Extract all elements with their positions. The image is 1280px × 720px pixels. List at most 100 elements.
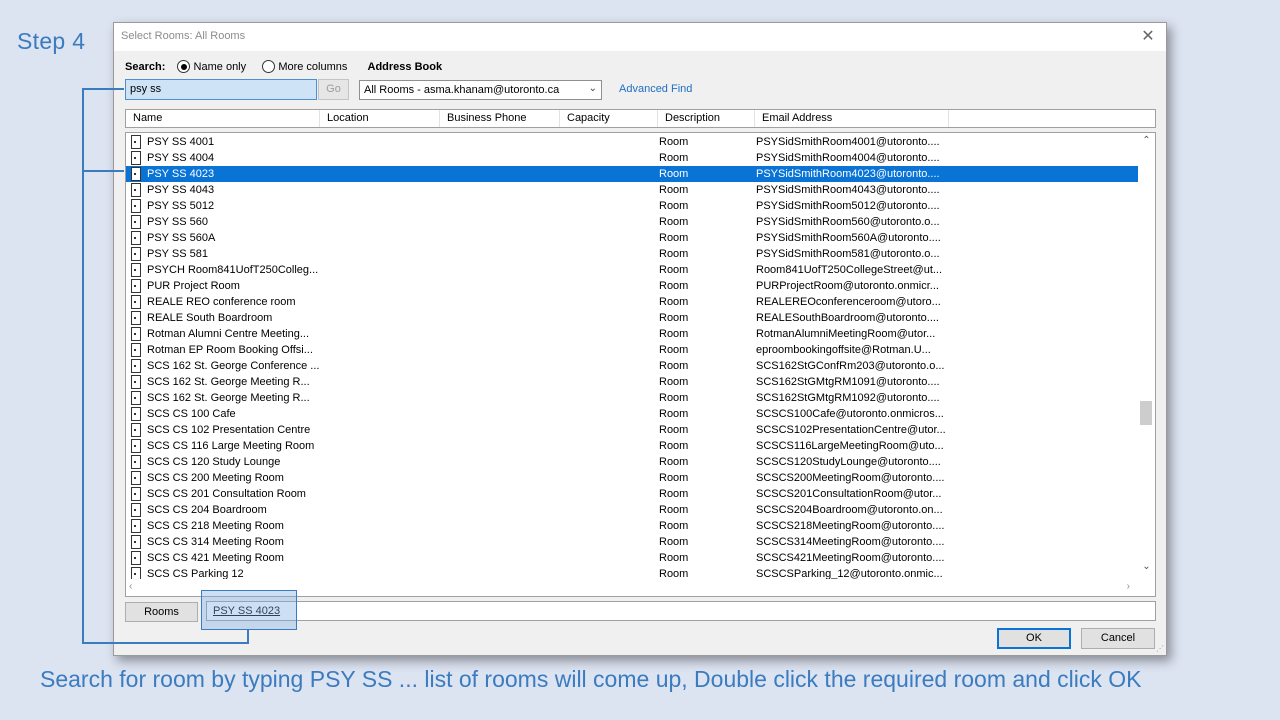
table-row[interactable]: REALE South Boardroom Room REALESouthBoard… (126, 310, 1138, 326)
table-row[interactable]: REALE REO conference room Room REALEREOcon… (126, 294, 1138, 310)
more-columns-radio[interactable] (262, 60, 276, 73)
rooms-button[interactable]: Rooms (125, 602, 198, 622)
table-row[interactable]: PSY SS 4001 Room PSYSidSmithRoom4001@utoro… (126, 134, 1138, 150)
table-row[interactable]: PSY SS 5012 Room PSYSidSmithRoom5012@utoro… (126, 198, 1138, 214)
room-icon (131, 279, 141, 293)
column-header-capacity[interactable]: Capacity (560, 110, 658, 127)
chevron-up-icon[interactable]: ⌃ (1138, 135, 1155, 146)
row-name: PSY SS 5012 (147, 200, 215, 212)
chevron-right-icon[interactable]: › (1127, 581, 1130, 592)
search-input[interactable]: psy ss (125, 79, 317, 100)
table-row[interactable]: SCS CS 314 Meeting Room Room SCSCS314Meeti… (126, 534, 1138, 550)
row-name: PSY SS 560A (147, 232, 216, 244)
row-email: eproombookingoffsite@Rotman.U... (756, 344, 931, 356)
rooms-field[interactable]: PSY SS 4023 (206, 601, 1156, 621)
table-row[interactable]: PSY SS 4004 Room PSYSidSmithRoom4004@utoro… (126, 150, 1138, 166)
row-description: Room (659, 504, 689, 516)
dialog-titlebar: Select Rooms: All Rooms ✕ (114, 23, 1166, 51)
table-row[interactable]: PUR Project Room Room PURProjectRoom@utoro… (126, 278, 1138, 294)
room-icon (131, 455, 141, 469)
chevron-down-icon[interactable]: ⌄ (1138, 561, 1155, 572)
row-name: PSY SS 4023 (147, 168, 215, 180)
row-name: SCS CS Parking 12 (147, 568, 244, 579)
table-row[interactable]: SCS CS 204 Boardroom Room SCSCS204Boardroo… (126, 502, 1138, 518)
table-row[interactable]: SCS CS 421 Meeting Room Room SCSCS421Meeti… (126, 550, 1138, 566)
row-email: PSYSidSmithRoom5012@utoronto.... (756, 200, 940, 212)
row-description: Room (659, 472, 689, 484)
address-book-select[interactable]: All Rooms - asma.khanam@utoronto.ca ⌄ (359, 80, 602, 100)
room-icon (131, 343, 141, 357)
step-label: Step 4 (17, 28, 86, 54)
table-row[interactable]: PSY SS 560 Room PSYSidSmithRoom560@utoront… (126, 214, 1138, 230)
chevron-down-icon[interactable]: ⌄ (589, 83, 597, 94)
table-row[interactable]: SCS 162 St. George Meeting R... Room SCS16… (126, 374, 1138, 390)
table-row[interactable]: SCS CS 200 Meeting Room Room SCSCS200Meeti… (126, 470, 1138, 486)
room-icon (131, 327, 141, 341)
table-row[interactable]: SCS CS 201 Consultation Room Room SCSCS201… (126, 486, 1138, 502)
room-icon (131, 359, 141, 373)
room-icon (131, 183, 141, 197)
row-description: Room (659, 296, 689, 308)
row-email: SCSCS314MeetingRoom@utoronto.... (756, 536, 945, 548)
cancel-button[interactable]: Cancel (1081, 628, 1155, 649)
table-row[interactable]: SCS 162 St. George Conference ... Room SCS… (126, 358, 1138, 374)
row-description: Room (659, 152, 689, 164)
table-row[interactable]: SCS 162 St. George Meeting R... Room SCS16… (126, 390, 1138, 406)
row-description: Room (659, 408, 689, 420)
more-columns-label[interactable]: More columns (278, 61, 347, 73)
row-name: PSY SS 560 (147, 216, 208, 228)
row-description: Room (659, 232, 689, 244)
select-rooms-dialog: Select Rooms: All Rooms ✕ Search: Name o… (113, 22, 1167, 656)
scrollbar-thumb[interactable] (1140, 401, 1152, 425)
vertical-scrollbar[interactable]: ⌃ ⌄ (1138, 133, 1155, 579)
table-row[interactable]: SCS CS 116 Large Meeting Room Room SCSCS11… (126, 438, 1138, 454)
row-description: Room (659, 216, 689, 228)
row-email: REALEREOconferenceroom@utoro... (756, 296, 941, 308)
column-header-name[interactable]: Name (126, 110, 320, 127)
close-icon[interactable]: ✕ (1138, 27, 1158, 47)
name-only-radio[interactable] (177, 60, 191, 73)
advanced-find-link[interactable]: Advanced Find (619, 83, 692, 95)
list-header: Name Location Business Phone Capacity De… (125, 109, 1156, 128)
row-name: SCS 162 St. George Meeting R... (147, 392, 310, 404)
row-email: SCSCS116LargeMeetingRoom@uto... (756, 440, 944, 452)
row-description: Room (659, 376, 689, 388)
row-email: SCSCS218MeetingRoom@utoronto.... (756, 520, 945, 532)
row-description: Room (659, 248, 689, 260)
row-description: Room (659, 264, 689, 276)
room-icon (131, 535, 141, 549)
table-row[interactable]: SCS CS 100 Cafe Room SCSCS100Cafe@utoronto… (126, 406, 1138, 422)
row-email: SCSCS201ConsultationRoom@utor... (756, 488, 942, 500)
instruction-caption: Search for room by typing PSY SS ... lis… (40, 666, 1142, 692)
table-row[interactable]: SCS CS 120 Study Lounge Room SCSCS120Study… (126, 454, 1138, 470)
column-header-location[interactable]: Location (320, 110, 440, 127)
resize-grip-icon[interactable]: ⋰ (1156, 644, 1164, 653)
table-row[interactable]: Rotman EP Room Booking Offsi... Room eproo… (126, 342, 1138, 358)
row-name: SCS CS 421 Meeting Room (147, 552, 284, 564)
room-icon (131, 231, 141, 245)
name-only-label[interactable]: Name only (194, 61, 247, 73)
row-name: PSY SS 4004 (147, 152, 215, 164)
room-icon (131, 391, 141, 405)
ok-button[interactable]: OK (997, 628, 1071, 649)
row-name: REALE South Boardroom (147, 312, 273, 324)
row-email: SCSCS100Cafe@utoronto.onmicros... (756, 408, 944, 420)
row-email: PSYSidSmithRoom4004@utoronto.... (756, 152, 940, 164)
rooms-list: PSY SS 4001 Room PSYSidSmithRoom4001@utoro… (125, 132, 1156, 597)
column-header-description[interactable]: Description (658, 110, 755, 127)
table-row[interactable]: PSYCH Room841UofT250Colleg... Room Room841… (126, 262, 1138, 278)
table-row[interactable]: PSY SS 4043 Room PSYSidSmithRoom4043@utoro… (126, 182, 1138, 198)
table-row[interactable]: SCS CS 218 Meeting Room Room SCSCS218Meeti… (126, 518, 1138, 534)
column-header-email-address[interactable]: Email Address (755, 110, 949, 127)
table-row[interactable]: PSY SS 560A Room PSYSidSmithRoom560A@utoro… (126, 230, 1138, 246)
table-row[interactable]: PSY SS 581 Room PSYSidSmithRoom581@utoront… (126, 246, 1138, 262)
table-row[interactable]: SCS CS 102 Presentation Centre Room SCSCS1… (126, 422, 1138, 438)
column-header-business-phone[interactable]: Business Phone (440, 110, 560, 127)
row-name: Rotman Alumni Centre Meeting... (147, 328, 310, 340)
table-row[interactable]: Rotman Alumni Centre Meeting... Room Rotma… (126, 326, 1138, 342)
table-row[interactable]: PSY SS 4023 Room PSYSidSmithRoom4023@utoro… (126, 166, 1138, 182)
row-description: Room (659, 200, 689, 212)
table-row[interactable]: SCS CS Parking 12 Room SCSCSParking_12@uto… (126, 566, 1138, 579)
go-button[interactable]: Go (318, 79, 349, 100)
chevron-left-icon[interactable]: ‹ (129, 581, 132, 592)
